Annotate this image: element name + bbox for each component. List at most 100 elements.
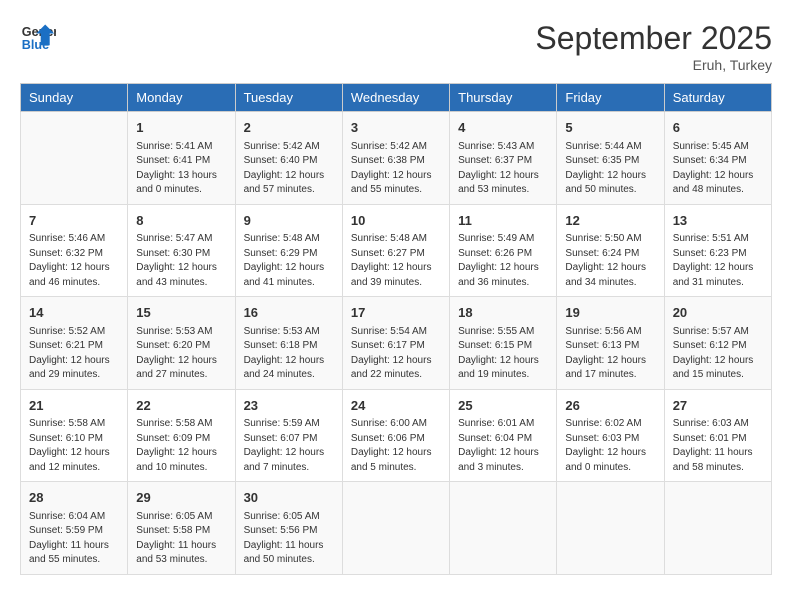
calendar-cell: 13Sunrise: 5:51 AM Sunset: 6:23 PM Dayli…	[664, 204, 771, 297]
day-number: 3	[351, 118, 441, 138]
day-number: 11	[458, 211, 548, 231]
day-info: Sunrise: 5:43 AM Sunset: 6:37 PM Dayligh…	[458, 140, 548, 198]
day-number: 2	[244, 118, 334, 138]
calendar-cell: 24Sunrise: 6:00 AM Sunset: 6:06 PM Dayli…	[342, 389, 449, 482]
day-number: 12	[565, 211, 655, 231]
calendar-cell: 29Sunrise: 6:05 AM Sunset: 5:58 PM Dayli…	[128, 482, 235, 575]
day-number: 23	[244, 396, 334, 416]
calendar-cell: 30Sunrise: 6:05 AM Sunset: 5:56 PM Dayli…	[235, 482, 342, 575]
day-info: Sunrise: 6:05 AM Sunset: 5:56 PM Dayligh…	[244, 510, 334, 568]
day-info: Sunrise: 6:03 AM Sunset: 6:01 PM Dayligh…	[673, 417, 763, 475]
day-number: 9	[244, 211, 334, 231]
calendar-week-row: 14Sunrise: 5:52 AM Sunset: 6:21 PM Dayli…	[21, 297, 772, 390]
day-info: Sunrise: 5:55 AM Sunset: 6:15 PM Dayligh…	[458, 325, 548, 383]
calendar-cell: 27Sunrise: 6:03 AM Sunset: 6:01 PM Dayli…	[664, 389, 771, 482]
title-block: September 2025 Eruh, Turkey	[535, 20, 772, 73]
day-number: 24	[351, 396, 441, 416]
day-number: 5	[565, 118, 655, 138]
logo-icon: General Blue	[20, 20, 56, 56]
calendar-week-row: 1Sunrise: 5:41 AM Sunset: 6:41 PM Daylig…	[21, 112, 772, 205]
day-info: Sunrise: 5:46 AM Sunset: 6:32 PM Dayligh…	[29, 232, 119, 290]
location: Eruh, Turkey	[535, 57, 772, 73]
day-number: 15	[136, 303, 226, 323]
weekday-header: Saturday	[664, 84, 771, 112]
day-info: Sunrise: 5:45 AM Sunset: 6:34 PM Dayligh…	[673, 140, 763, 198]
day-info: Sunrise: 6:00 AM Sunset: 6:06 PM Dayligh…	[351, 417, 441, 475]
calendar-cell	[664, 482, 771, 575]
calendar-cell: 23Sunrise: 5:59 AM Sunset: 6:07 PM Dayli…	[235, 389, 342, 482]
calendar-cell: 26Sunrise: 6:02 AM Sunset: 6:03 PM Dayli…	[557, 389, 664, 482]
day-info: Sunrise: 5:50 AM Sunset: 6:24 PM Dayligh…	[565, 232, 655, 290]
day-info: Sunrise: 5:56 AM Sunset: 6:13 PM Dayligh…	[565, 325, 655, 383]
day-info: Sunrise: 5:53 AM Sunset: 6:18 PM Dayligh…	[244, 325, 334, 383]
day-info: Sunrise: 5:48 AM Sunset: 6:27 PM Dayligh…	[351, 232, 441, 290]
calendar-cell: 7Sunrise: 5:46 AM Sunset: 6:32 PM Daylig…	[21, 204, 128, 297]
day-number: 21	[29, 396, 119, 416]
calendar-cell: 20Sunrise: 5:57 AM Sunset: 6:12 PM Dayli…	[664, 297, 771, 390]
day-info: Sunrise: 6:04 AM Sunset: 5:59 PM Dayligh…	[29, 510, 119, 568]
day-number: 10	[351, 211, 441, 231]
day-info: Sunrise: 5:47 AM Sunset: 6:30 PM Dayligh…	[136, 232, 226, 290]
logo: General Blue	[20, 20, 56, 56]
day-info: Sunrise: 5:52 AM Sunset: 6:21 PM Dayligh…	[29, 325, 119, 383]
day-info: Sunrise: 5:51 AM Sunset: 6:23 PM Dayligh…	[673, 232, 763, 290]
calendar-cell: 16Sunrise: 5:53 AM Sunset: 6:18 PM Dayli…	[235, 297, 342, 390]
calendar-cell: 3Sunrise: 5:42 AM Sunset: 6:38 PM Daylig…	[342, 112, 449, 205]
calendar-cell: 19Sunrise: 5:56 AM Sunset: 6:13 PM Dayli…	[557, 297, 664, 390]
day-number: 22	[136, 396, 226, 416]
calendar-cell	[342, 482, 449, 575]
day-number: 6	[673, 118, 763, 138]
day-number: 19	[565, 303, 655, 323]
calendar-table: SundayMondayTuesdayWednesdayThursdayFrid…	[20, 83, 772, 575]
day-info: Sunrise: 5:49 AM Sunset: 6:26 PM Dayligh…	[458, 232, 548, 290]
calendar-cell: 4Sunrise: 5:43 AM Sunset: 6:37 PM Daylig…	[450, 112, 557, 205]
day-number: 25	[458, 396, 548, 416]
calendar-cell: 11Sunrise: 5:49 AM Sunset: 6:26 PM Dayli…	[450, 204, 557, 297]
day-info: Sunrise: 5:48 AM Sunset: 6:29 PM Dayligh…	[244, 232, 334, 290]
weekday-header: Friday	[557, 84, 664, 112]
day-number: 4	[458, 118, 548, 138]
calendar-cell: 6Sunrise: 5:45 AM Sunset: 6:34 PM Daylig…	[664, 112, 771, 205]
calendar-cell: 8Sunrise: 5:47 AM Sunset: 6:30 PM Daylig…	[128, 204, 235, 297]
day-info: Sunrise: 5:57 AM Sunset: 6:12 PM Dayligh…	[673, 325, 763, 383]
day-number: 14	[29, 303, 119, 323]
calendar-cell: 10Sunrise: 5:48 AM Sunset: 6:27 PM Dayli…	[342, 204, 449, 297]
day-info: Sunrise: 5:41 AM Sunset: 6:41 PM Dayligh…	[136, 140, 226, 198]
day-info: Sunrise: 5:58 AM Sunset: 6:09 PM Dayligh…	[136, 417, 226, 475]
day-number: 29	[136, 488, 226, 508]
weekday-header: Monday	[128, 84, 235, 112]
calendar-cell: 14Sunrise: 5:52 AM Sunset: 6:21 PM Dayli…	[21, 297, 128, 390]
page-header: General Blue September 2025 Eruh, Turkey	[20, 20, 772, 73]
day-info: Sunrise: 6:05 AM Sunset: 5:58 PM Dayligh…	[136, 510, 226, 568]
weekday-header: Tuesday	[235, 84, 342, 112]
weekday-header-row: SundayMondayTuesdayWednesdayThursdayFrid…	[21, 84, 772, 112]
calendar-week-row: 7Sunrise: 5:46 AM Sunset: 6:32 PM Daylig…	[21, 204, 772, 297]
calendar-cell: 15Sunrise: 5:53 AM Sunset: 6:20 PM Dayli…	[128, 297, 235, 390]
day-info: Sunrise: 5:53 AM Sunset: 6:20 PM Dayligh…	[136, 325, 226, 383]
day-number: 26	[565, 396, 655, 416]
month-title: September 2025	[535, 20, 772, 57]
day-info: Sunrise: 5:54 AM Sunset: 6:17 PM Dayligh…	[351, 325, 441, 383]
calendar-cell	[21, 112, 128, 205]
day-number: 17	[351, 303, 441, 323]
day-number: 28	[29, 488, 119, 508]
day-info: Sunrise: 5:42 AM Sunset: 6:40 PM Dayligh…	[244, 140, 334, 198]
calendar-cell: 25Sunrise: 6:01 AM Sunset: 6:04 PM Dayli…	[450, 389, 557, 482]
calendar-cell: 21Sunrise: 5:58 AM Sunset: 6:10 PM Dayli…	[21, 389, 128, 482]
calendar-cell: 28Sunrise: 6:04 AM Sunset: 5:59 PM Dayli…	[21, 482, 128, 575]
calendar-week-row: 21Sunrise: 5:58 AM Sunset: 6:10 PM Dayli…	[21, 389, 772, 482]
day-info: Sunrise: 6:02 AM Sunset: 6:03 PM Dayligh…	[565, 417, 655, 475]
day-number: 30	[244, 488, 334, 508]
day-number: 16	[244, 303, 334, 323]
calendar-week-row: 28Sunrise: 6:04 AM Sunset: 5:59 PM Dayli…	[21, 482, 772, 575]
day-number: 7	[29, 211, 119, 231]
calendar-cell	[557, 482, 664, 575]
calendar-cell: 18Sunrise: 5:55 AM Sunset: 6:15 PM Dayli…	[450, 297, 557, 390]
calendar-cell: 2Sunrise: 5:42 AM Sunset: 6:40 PM Daylig…	[235, 112, 342, 205]
calendar-cell: 22Sunrise: 5:58 AM Sunset: 6:09 PM Dayli…	[128, 389, 235, 482]
weekday-header: Wednesday	[342, 84, 449, 112]
day-number: 27	[673, 396, 763, 416]
day-info: Sunrise: 5:58 AM Sunset: 6:10 PM Dayligh…	[29, 417, 119, 475]
day-number: 13	[673, 211, 763, 231]
day-number: 20	[673, 303, 763, 323]
